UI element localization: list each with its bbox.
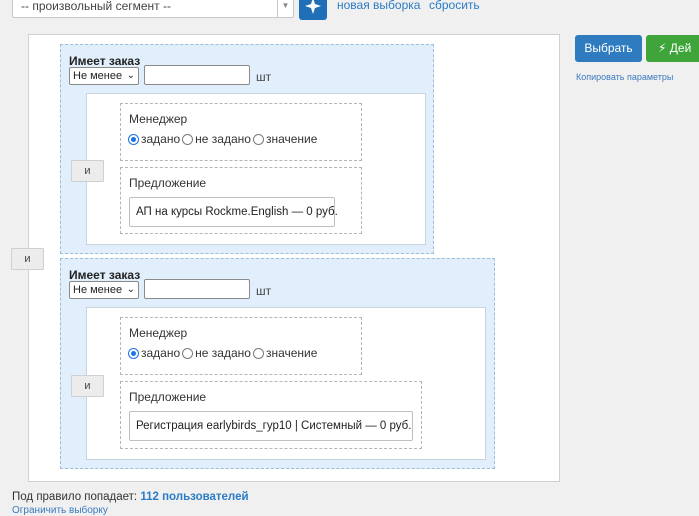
radio-not-set-label: не задано [195, 132, 251, 146]
action-button[interactable]: ⚡ Дей [646, 35, 699, 62]
manager-condition: Менеджер задано не задано значение [120, 103, 362, 161]
radio-not-set[interactable] [182, 347, 194, 359]
radio-value[interactable] [252, 347, 264, 359]
offer-value[interactable]: Регистрация earlybirds_гур10 | Системный… [129, 411, 413, 441]
quantity-input[interactable] [144, 279, 250, 299]
segment-select[interactable]: -- произвольный сегмент -- ▼ [12, 0, 294, 18]
group-and-button[interactable]: и [71, 160, 104, 182]
operator-select-value: Не менее [73, 284, 123, 296]
operator-select[interactable]: Не менее ⌄ [69, 67, 139, 85]
order-group: Имеет заказ Не менее ⌄ шт и Менеджер зад… [60, 44, 434, 254]
offer-value[interactable]: АП на курсы Rockme.English — 0 руб. [129, 197, 338, 227]
reset-link[interactable]: сбросить [429, 0, 480, 13]
root-and-button[interactable]: и [11, 248, 44, 270]
offer-label: Предложение [129, 176, 207, 190]
match-summary: Под правило попадает: 112 пользователей [12, 491, 249, 503]
radio-value-label: значение [265, 132, 318, 146]
manager-radio-group: задано не задано значение [128, 132, 319, 146]
magic-wand-button[interactable] [299, 0, 327, 20]
match-summary-prefix: Под правило попадает: [12, 491, 138, 503]
quantity-unit: шт [256, 284, 272, 298]
quantity-unit: шт [256, 70, 272, 84]
radio-set[interactable] [128, 347, 139, 359]
action-button-label: Дей [669, 41, 692, 55]
radio-set-label: задано [141, 346, 181, 360]
conditions-box: и Менеджер задано не задано значение Пре… [71, 307, 486, 460]
conditions-box: и Менеджер задано не задано значение Пре… [71, 93, 426, 245]
offer-condition: Предложение АП на курсы Rockme.English —… [120, 167, 362, 234]
segment-select-value: -- произвольный сегмент -- [21, 0, 171, 13]
operator-select[interactable]: Не менее ⌄ [69, 281, 139, 299]
chevron-down-icon[interactable]: ▼ [277, 0, 293, 17]
radio-not-set-label: не задано [195, 346, 251, 360]
match-count-link[interactable]: 112 пользователей [140, 491, 248, 503]
radio-value[interactable] [252, 133, 264, 145]
manager-condition: Менеджер задано не задано значение [120, 317, 362, 375]
radio-value-label: значение [265, 346, 318, 360]
offer-label: Предложение [129, 390, 207, 404]
chevron-down-icon: ⌄ [126, 70, 135, 81]
limit-selection-link[interactable]: Ограничить выборку [12, 505, 108, 516]
radio-set-label: задано [141, 132, 181, 146]
radio-not-set[interactable] [182, 133, 194, 145]
group-title: Имеет заказ [69, 54, 141, 68]
new-selection-link[interactable]: новая выборка [337, 0, 420, 13]
manager-label: Менеджер [129, 326, 188, 340]
manager-radio-group: задано не задано значение [128, 346, 319, 360]
select-button[interactable]: Выбрать [575, 35, 642, 62]
copy-params-link[interactable]: Копировать параметры [576, 72, 673, 82]
lightning-icon: ⚡ [658, 41, 667, 55]
order-group: Имеет заказ Не менее ⌄ шт и Менеджер зад… [60, 258, 495, 469]
sparkle-icon [305, 0, 321, 14]
offer-condition: Предложение Регистрация earlybirds_гур10… [120, 381, 422, 449]
operator-select-value: Не менее [73, 70, 123, 82]
manager-label: Менеджер [129, 112, 188, 126]
radio-set[interactable] [128, 133, 139, 145]
quantity-input[interactable] [144, 65, 250, 85]
group-and-button[interactable]: и [71, 375, 104, 397]
group-title: Имеет заказ [69, 268, 141, 282]
chevron-down-icon: ⌄ [126, 284, 135, 295]
